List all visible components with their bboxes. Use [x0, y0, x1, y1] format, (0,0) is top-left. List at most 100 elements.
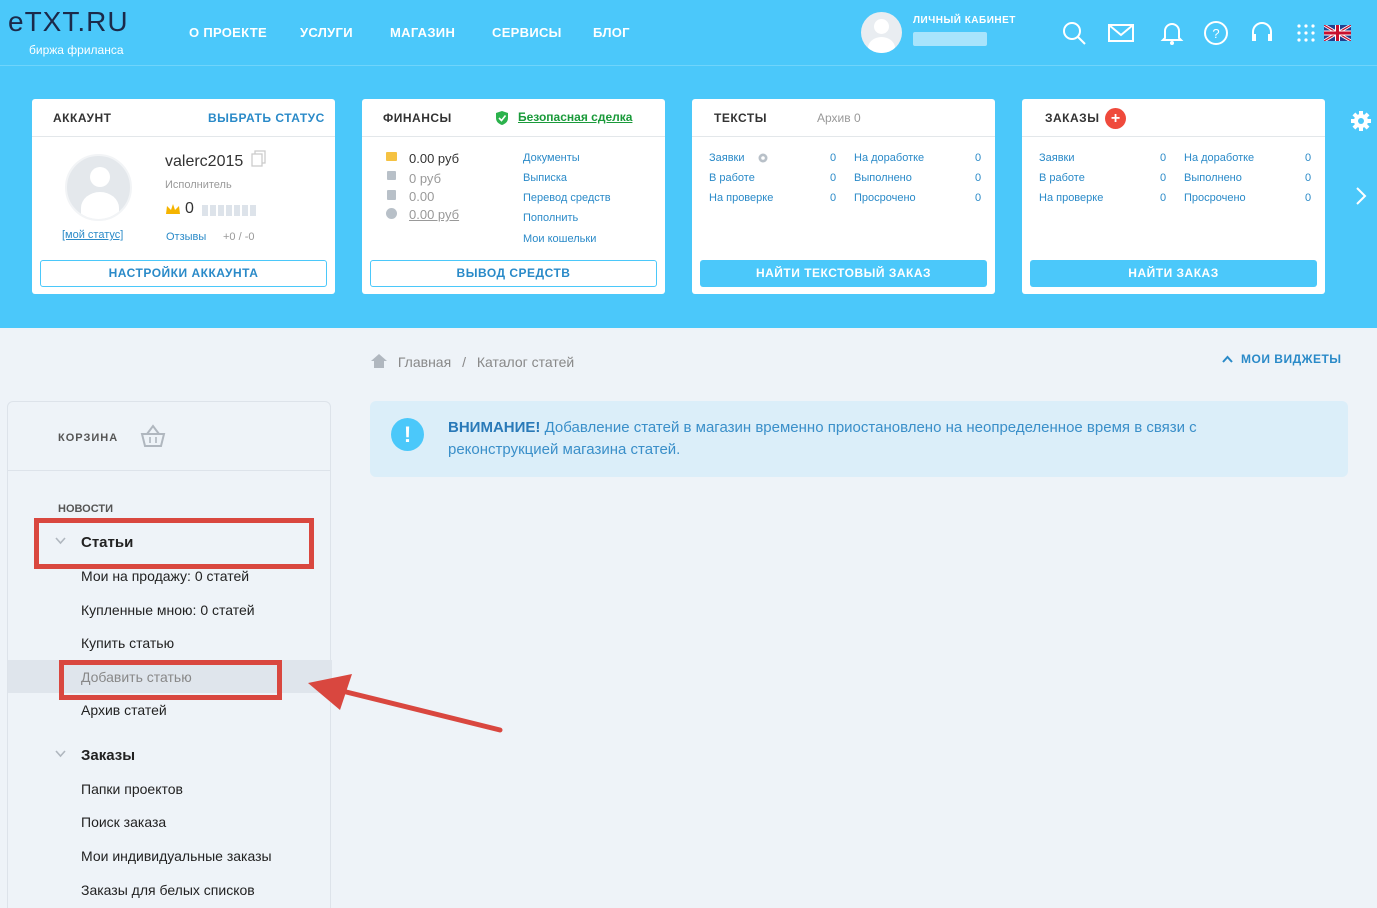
- orders-review-count: 0: [1160, 192, 1167, 204]
- copy-icon[interactable]: [251, 150, 266, 167]
- texts-review-count: 0: [830, 192, 837, 204]
- uk-flag-icon[interactable]: [1324, 25, 1351, 41]
- nav-shop[interactable]: МАГАЗИН: [390, 25, 455, 40]
- orders-overdue[interactable]: Просрочено: [1184, 192, 1246, 204]
- headset-icon[interactable]: [1249, 20, 1275, 46]
- shield-check-icon: [496, 111, 508, 125]
- texts-archive[interactable]: Архив 0: [817, 111, 861, 125]
- news-link[interactable]: НОВОСТИ: [58, 503, 113, 515]
- texts-overdue[interactable]: Просрочено: [854, 192, 916, 204]
- nav-blog[interactable]: БЛОГ: [593, 25, 630, 40]
- lock-icon: [387, 171, 396, 180]
- annotation-box-articles: [34, 518, 314, 569]
- help-icon[interactable]: ?: [1203, 20, 1229, 46]
- basket-label: КОРЗИНА: [58, 432, 119, 444]
- orders-review[interactable]: На проверке: [1039, 192, 1103, 204]
- find-text-order-button[interactable]: НАЙТИ ТЕКСТОВЫЙ ЗАКАЗ: [700, 260, 987, 287]
- nav-services-tools[interactable]: СЕРВИСЫ: [492, 25, 562, 40]
- sidebar-item-my-for-sale[interactable]: Мои на продажу: 0 статей: [81, 568, 249, 584]
- orders-in-work[interactable]: В работе: [1039, 172, 1085, 184]
- sidebar-item-purchased[interactable]: Купленные мною: 0 статей: [81, 602, 255, 618]
- texts-card-header: ТЕКСТЫ Архив 0: [692, 99, 995, 137]
- my-widgets-toggle[interactable]: МОИ ВИДЖЕТЫ: [1222, 352, 1342, 366]
- account-role: Исполнитель: [165, 179, 232, 191]
- balance-pending[interactable]: 0.00 руб: [409, 207, 459, 222]
- documents-link[interactable]: Документы: [523, 152, 580, 164]
- transfer-link[interactable]: Перевод средств: [523, 192, 611, 204]
- account-card-header: АККАУНТ ВЫБРАТЬ СТАТУС: [32, 99, 335, 137]
- add-order-icon[interactable]: +: [1105, 108, 1126, 129]
- choose-status-link[interactable]: ВЫБРАТЬ СТАТУС: [208, 111, 325, 125]
- sidebar-item-archive[interactable]: Архив статей: [81, 702, 167, 718]
- breadcrumb-current: Каталог статей: [476, 354, 575, 370]
- finance-card: ФИНАНСЫ Безопасная сделка 0.00 руб 0 руб…: [362, 99, 665, 294]
- account-avatar[interactable]: [65, 154, 132, 221]
- nav-about[interactable]: О ПРОЕКТЕ: [189, 25, 267, 40]
- orders-done[interactable]: Выполнено: [1184, 172, 1242, 184]
- account-username: valerc2015: [165, 153, 244, 170]
- texts-revision[interactable]: На доработке: [854, 152, 924, 164]
- bell-icon[interactable]: [1160, 20, 1184, 46]
- search-icon[interactable]: [1061, 20, 1087, 46]
- sidebar-item-individual-orders[interactable]: Мои индивидуальные заказы: [81, 848, 272, 864]
- orders-card-header: ЗАКАЗЫ +: [1022, 99, 1325, 137]
- balance-main: 0.00 руб: [409, 151, 460, 166]
- chevron-right-icon[interactable]: [1355, 186, 1367, 206]
- account-title: АККАУНТ: [53, 111, 112, 125]
- basket-row[interactable]: КОРЗИНА: [8, 402, 330, 471]
- user-avatar[interactable]: [861, 12, 902, 53]
- orders-title: ЗАКАЗЫ: [1045, 111, 1100, 125]
- reviews-value: +0 / -0: [223, 231, 255, 243]
- crown-icon: [166, 204, 180, 214]
- orders-applications[interactable]: Заявки: [1039, 152, 1075, 164]
- texts-applications[interactable]: Заявки: [709, 152, 745, 164]
- safe-deal-link[interactable]: Безопасная сделка: [518, 110, 632, 124]
- balance-blocked: 0 руб: [409, 171, 442, 186]
- clock-icon: [386, 208, 397, 219]
- chevron-down-icon[interactable]: [55, 750, 66, 758]
- reviews-label[interactable]: Отзывы: [166, 231, 206, 243]
- find-order-button[interactable]: НАЙТИ ЗАКАЗ: [1030, 260, 1317, 287]
- my-status-link[interactable]: [мой статус]: [62, 229, 123, 241]
- orders-card: ЗАКАЗЫ + Заявки 0 В работе 0 На проверке…: [1022, 99, 1325, 294]
- nav-services[interactable]: УСЛУГИ: [300, 25, 353, 40]
- withdraw-button[interactable]: ВЫВОД СРЕДСТВ: [370, 260, 657, 287]
- texts-done[interactable]: Выполнено: [854, 172, 912, 184]
- sidebar: КОРЗИНА НОВОСТИ Статьи Мои на продажу: 0…: [7, 401, 332, 908]
- alert-message: Добавление статей в магазин временно при…: [448, 419, 1197, 458]
- texts-title: ТЕКСТЫ: [714, 111, 767, 125]
- basket-icon[interactable]: [140, 424, 166, 448]
- sidebar-item-buy-article[interactable]: Купить статью: [81, 635, 174, 651]
- topup-link[interactable]: Пополнить: [523, 212, 578, 224]
- sidebar-item-order-search[interactable]: Поиск заказа: [81, 814, 166, 830]
- account-settings-button[interactable]: НАСТРОЙКИ АККАУНТА: [40, 260, 327, 287]
- notice-alert: ! ВНИМАНИЕ! Добавление статей в магазин …: [370, 401, 1348, 477]
- texts-review[interactable]: На проверке: [709, 192, 773, 204]
- site-logo[interactable]: eTXT.RU: [8, 6, 129, 38]
- grid-icon[interactable]: [1296, 23, 1316, 43]
- texts-in-work[interactable]: В работе: [709, 172, 755, 184]
- gear-icon[interactable]: [757, 152, 769, 164]
- sidebar-item-whitelist-orders[interactable]: Заказы для белых списков: [81, 882, 255, 898]
- annotation-box-add-article: [59, 660, 282, 700]
- finance-card-header: ФИНАНСЫ Безопасная сделка: [362, 99, 665, 137]
- sidebar-item-project-folders[interactable]: Папки проектов: [81, 781, 183, 797]
- settings-gear-icon[interactable]: [1350, 110, 1372, 132]
- mail-icon[interactable]: [1107, 20, 1135, 46]
- sidebar-section-orders[interactable]: Заказы: [81, 747, 135, 764]
- wallets-link[interactable]: Мои кошельки: [523, 233, 596, 245]
- statement-link[interactable]: Выписка: [523, 172, 567, 184]
- balance-points: 0.00: [409, 189, 435, 204]
- orders-revision[interactable]: На доработке: [1184, 152, 1254, 164]
- texts-overdue-count: 0: [975, 192, 982, 204]
- cabinet-label[interactable]: ЛИЧНЫЙ КАБИНЕТ: [913, 15, 1016, 26]
- chevron-up-icon: [1222, 355, 1233, 363]
- breadcrumb-home[interactable]: Главная: [398, 354, 451, 370]
- orders-in-work-count: 0: [1160, 172, 1167, 184]
- home-icon[interactable]: [370, 353, 388, 369]
- account-card: АККАУНТ ВЫБРАТЬ СТАТУС valerc2015 Исполн…: [32, 99, 335, 294]
- texts-card: ТЕКСТЫ Архив 0 Заявки 0 В работе 0 На пр…: [692, 99, 995, 294]
- logo-subtitle: биржа фриланса: [29, 43, 124, 57]
- orders-overdue-count: 0: [1305, 192, 1312, 204]
- orders-done-count: 0: [1305, 172, 1312, 184]
